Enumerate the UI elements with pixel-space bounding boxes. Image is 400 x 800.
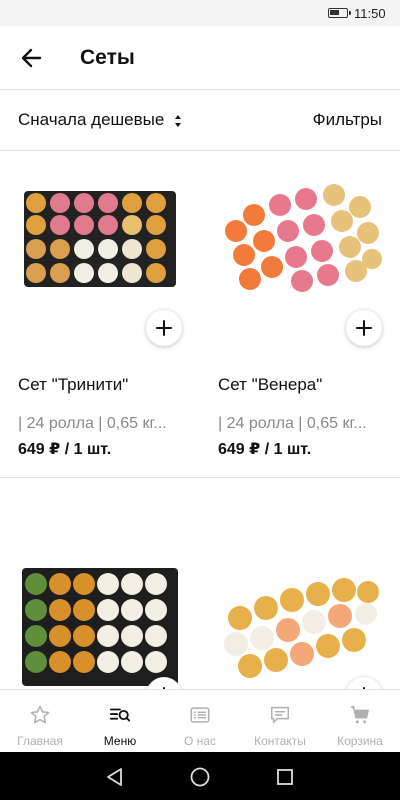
sort-filter-bar: Сначала дешевые Фильтры [0, 90, 400, 151]
product-card[interactable]: Сет "Тринити" | 24 ролла | 0,65 кг... 64… [0, 151, 200, 477]
system-back-button[interactable] [104, 766, 126, 788]
nav-label: Контакты [254, 734, 306, 748]
square-recents-icon [277, 769, 293, 785]
nav-label: Корзина [337, 734, 383, 748]
nav-item-contacts[interactable]: Контакты [240, 690, 320, 752]
product-grid: Сет "Тринити" | 24 ролла | 0,65 кг... 64… [0, 151, 400, 689]
bottom-navigation: Главная Меню О нас Контакты Корзина [0, 689, 400, 752]
cart-icon [350, 706, 369, 724]
chat-icon [271, 706, 289, 724]
product-description: | 24 ролла | 0,65 кг... [218, 415, 367, 432]
system-navigation-bar [0, 752, 400, 800]
system-recents-button[interactable] [274, 766, 296, 788]
product-name: Сет "Тринити" [18, 375, 129, 394]
product-description: | 24 ролла | 0,65 кг... [18, 415, 167, 432]
product-card[interactable]: Сет "Венера" | 24 ролла | 0,65 кг... 649… [200, 151, 400, 477]
product-price: 649 ₽ / 1 шт. [18, 441, 112, 458]
product-price: 649 ₽ / 1 шт. [218, 441, 312, 458]
triangle-back-icon [107, 768, 122, 786]
plus-icon [356, 320, 372, 336]
nav-label: О нас [184, 734, 216, 748]
product-image [225, 184, 382, 292]
page-title: Сеты [80, 46, 135, 69]
menu-search-icon [109, 708, 131, 722]
product-image [22, 568, 178, 686]
sort-arrows-icon [174, 113, 182, 127]
arrow-left-icon [21, 48, 42, 68]
nav-item-cart[interactable]: Корзина [320, 690, 400, 752]
product-name: Сет "Венера" [218, 375, 323, 394]
nav-label: Главная [17, 734, 63, 748]
product-image [224, 578, 379, 678]
product-image [24, 191, 176, 287]
info-card-icon [190, 707, 210, 723]
back-button[interactable] [18, 44, 46, 72]
product-card[interactable] [0, 478, 200, 689]
add-to-cart-button[interactable] [146, 310, 182, 346]
product-card[interactable] [200, 478, 400, 689]
star-icon [30, 705, 50, 724]
battery-icon [328, 8, 351, 18]
circle-home-icon [190, 767, 210, 787]
app-bar: Сеты [0, 26, 400, 90]
status-time: 11:50 [354, 6, 386, 21]
add-to-cart-button[interactable] [346, 310, 382, 346]
filters-button[interactable]: Фильтры [313, 110, 382, 130]
system-home-button[interactable] [189, 766, 211, 788]
nav-label: Меню [103, 734, 137, 748]
plus-icon [156, 320, 172, 336]
nav-item-menu[interactable]: Меню [80, 690, 160, 752]
sort-label: Сначала дешевые [18, 110, 165, 129]
sort-button[interactable]: Сначала дешевые [18, 110, 182, 130]
nav-item-about[interactable]: О нас [160, 690, 240, 752]
nav-item-home[interactable]: Главная [0, 690, 80, 752]
status-bar: 11:50 [0, 0, 400, 26]
